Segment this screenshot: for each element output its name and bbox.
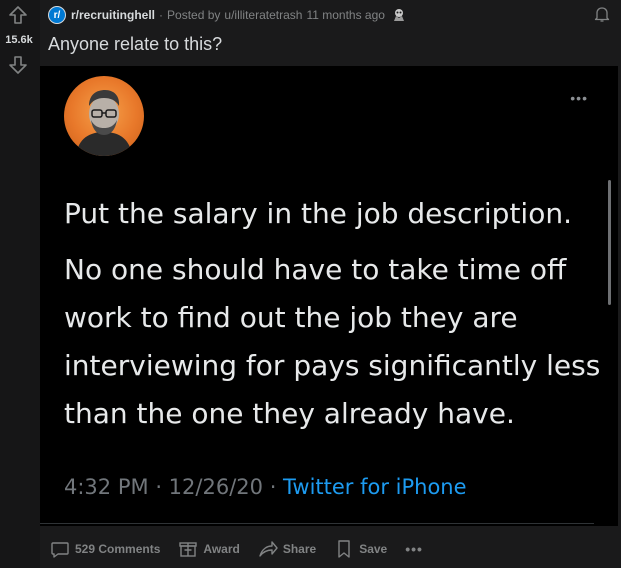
tweet-timestamp: 4:32 PM · 12/26/20 · Twitter for iPhone (64, 475, 467, 499)
tweet-paragraph-1: Put the salary in the job description. (64, 197, 572, 230)
scrollbar-thumb[interactable] (608, 180, 611, 305)
bookmark-icon (338, 540, 350, 558)
share-icon (259, 541, 278, 557)
share-button[interactable]: Share (258, 539, 316, 559)
tweet-divider (40, 523, 594, 524)
share-label: Share (282, 542, 317, 556)
save-button[interactable]: Save (334, 539, 387, 559)
tweet-date: 12/26/20 (168, 475, 263, 499)
post-title[interactable]: Anyone relate to this? (48, 34, 222, 55)
post-actions: 529 Comments Award Share Save ••• (50, 537, 423, 561)
meta-separator: · (159, 8, 164, 22)
vote-score: 15.6k (5, 34, 33, 46)
more-options-icon[interactable]: ••• (405, 541, 423, 557)
award-label: Award (203, 542, 240, 556)
tweet-time: 4:32 PM (64, 475, 149, 499)
notification-bell-icon[interactable] (593, 5, 611, 23)
tweet-more-icon: ••• (570, 90, 588, 106)
vote-column: 15.6k (0, 0, 40, 568)
upvote-icon[interactable] (8, 5, 28, 25)
author-link[interactable]: u/illiteratetrash (224, 8, 302, 22)
downvote-icon[interactable] (8, 55, 28, 75)
tweet-source: Twitter for iPhone (283, 475, 467, 499)
post-time[interactable]: 11 months ago (306, 8, 385, 22)
tweet-author-avatar (64, 76, 144, 156)
tweet-meta-separator: · (269, 475, 284, 499)
tweet-meta-separator: · (155, 475, 169, 499)
save-label: Save (359, 542, 388, 556)
tweet-paragraph-2: No one should have to take time off work… (64, 253, 601, 430)
subreddit-link[interactable]: r/recruitinghell (71, 8, 155, 22)
award-badge-icon[interactable] (391, 7, 407, 23)
tweet-body: Put the salary in the job description. N… (64, 190, 604, 438)
comment-icon (51, 542, 69, 558)
avatar-portrait-icon (76, 90, 132, 156)
comments-button[interactable]: 529 Comments (50, 539, 160, 559)
tweet-screenshot[interactable]: ••• Put the salary in the job descriptio… (40, 66, 618, 526)
subreddit-icon[interactable]: r/ (48, 6, 66, 24)
post-meta: r/ r/recruitinghell · Posted by u/illite… (48, 5, 407, 25)
award-button[interactable]: Award (178, 539, 240, 559)
posted-by-label: Posted by (167, 8, 221, 22)
comments-count: 529 Comments (75, 542, 161, 556)
gift-icon (179, 542, 198, 557)
